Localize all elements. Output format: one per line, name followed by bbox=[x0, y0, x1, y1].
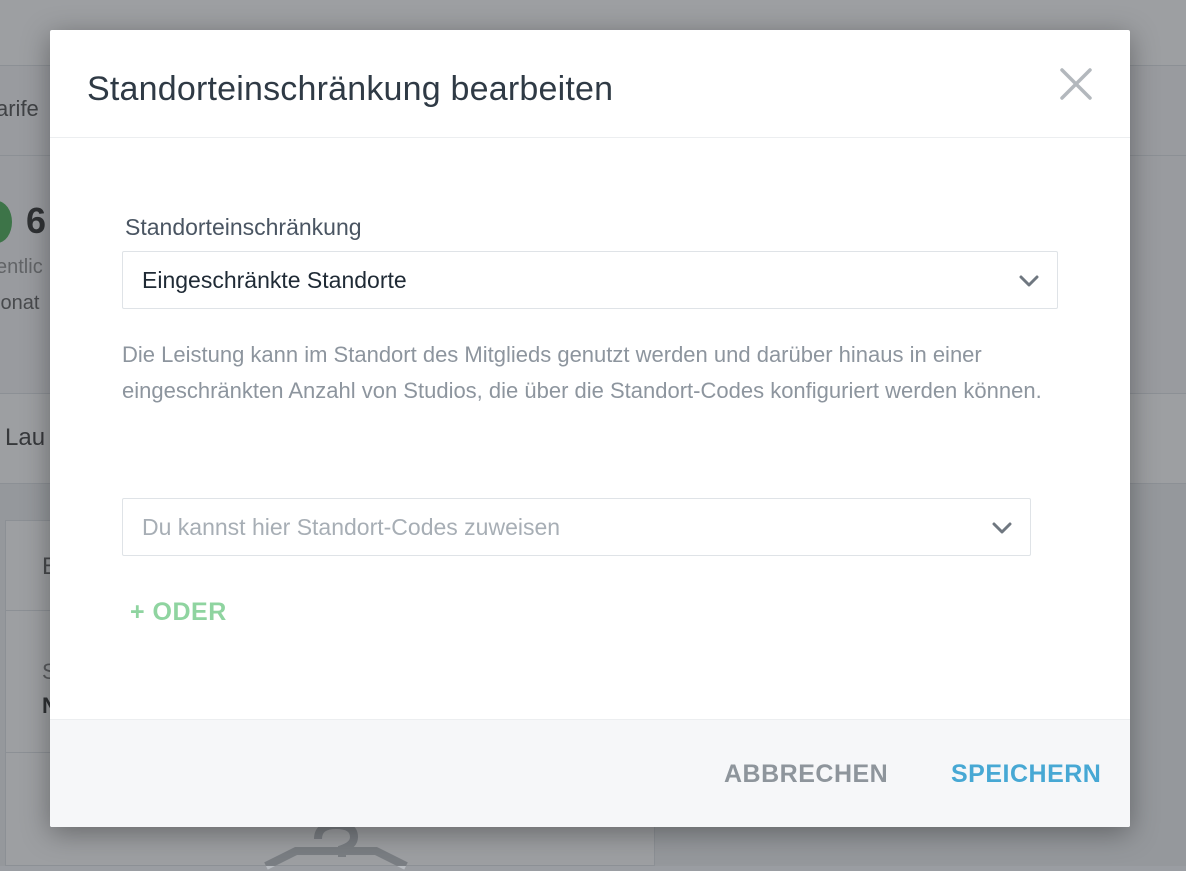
edit-location-restriction-dialog: Standorteinschränkung bearbeiten Standor… bbox=[50, 30, 1130, 827]
location-codes-placeholder: Du kannst hier Standort-Codes zuweisen bbox=[142, 514, 561, 540]
modal-title: Standorteinschränkung bearbeiten bbox=[87, 70, 614, 108]
save-button[interactable]: SPEICHERN bbox=[951, 760, 1101, 789]
close-icon bbox=[1060, 68, 1092, 100]
location-restriction-select[interactable]: Eingeschränkte Standorte bbox=[122, 251, 1058, 309]
cancel-button[interactable]: ABBRECHEN bbox=[724, 760, 888, 789]
modal-header: Standorteinschränkung bearbeiten bbox=[50, 30, 1130, 138]
modal-footer: ABBRECHEN SPEICHERN bbox=[50, 719, 1130, 827]
select-value: Eingeschränkte Standorte bbox=[142, 267, 407, 293]
close-button[interactable] bbox=[1056, 64, 1096, 104]
chevron-down-icon bbox=[1019, 275, 1039, 287]
location-codes-select[interactable]: Du kannst hier Standort-Codes zuweisen bbox=[122, 498, 1031, 556]
location-restriction-label: Standorteinschränkung bbox=[125, 214, 362, 240]
chevron-down-icon bbox=[992, 522, 1012, 534]
restriction-description: Die Leistung kann im Standort des Mitgli… bbox=[122, 342, 1042, 403]
add-or-condition-link[interactable]: + ODER bbox=[130, 598, 227, 627]
